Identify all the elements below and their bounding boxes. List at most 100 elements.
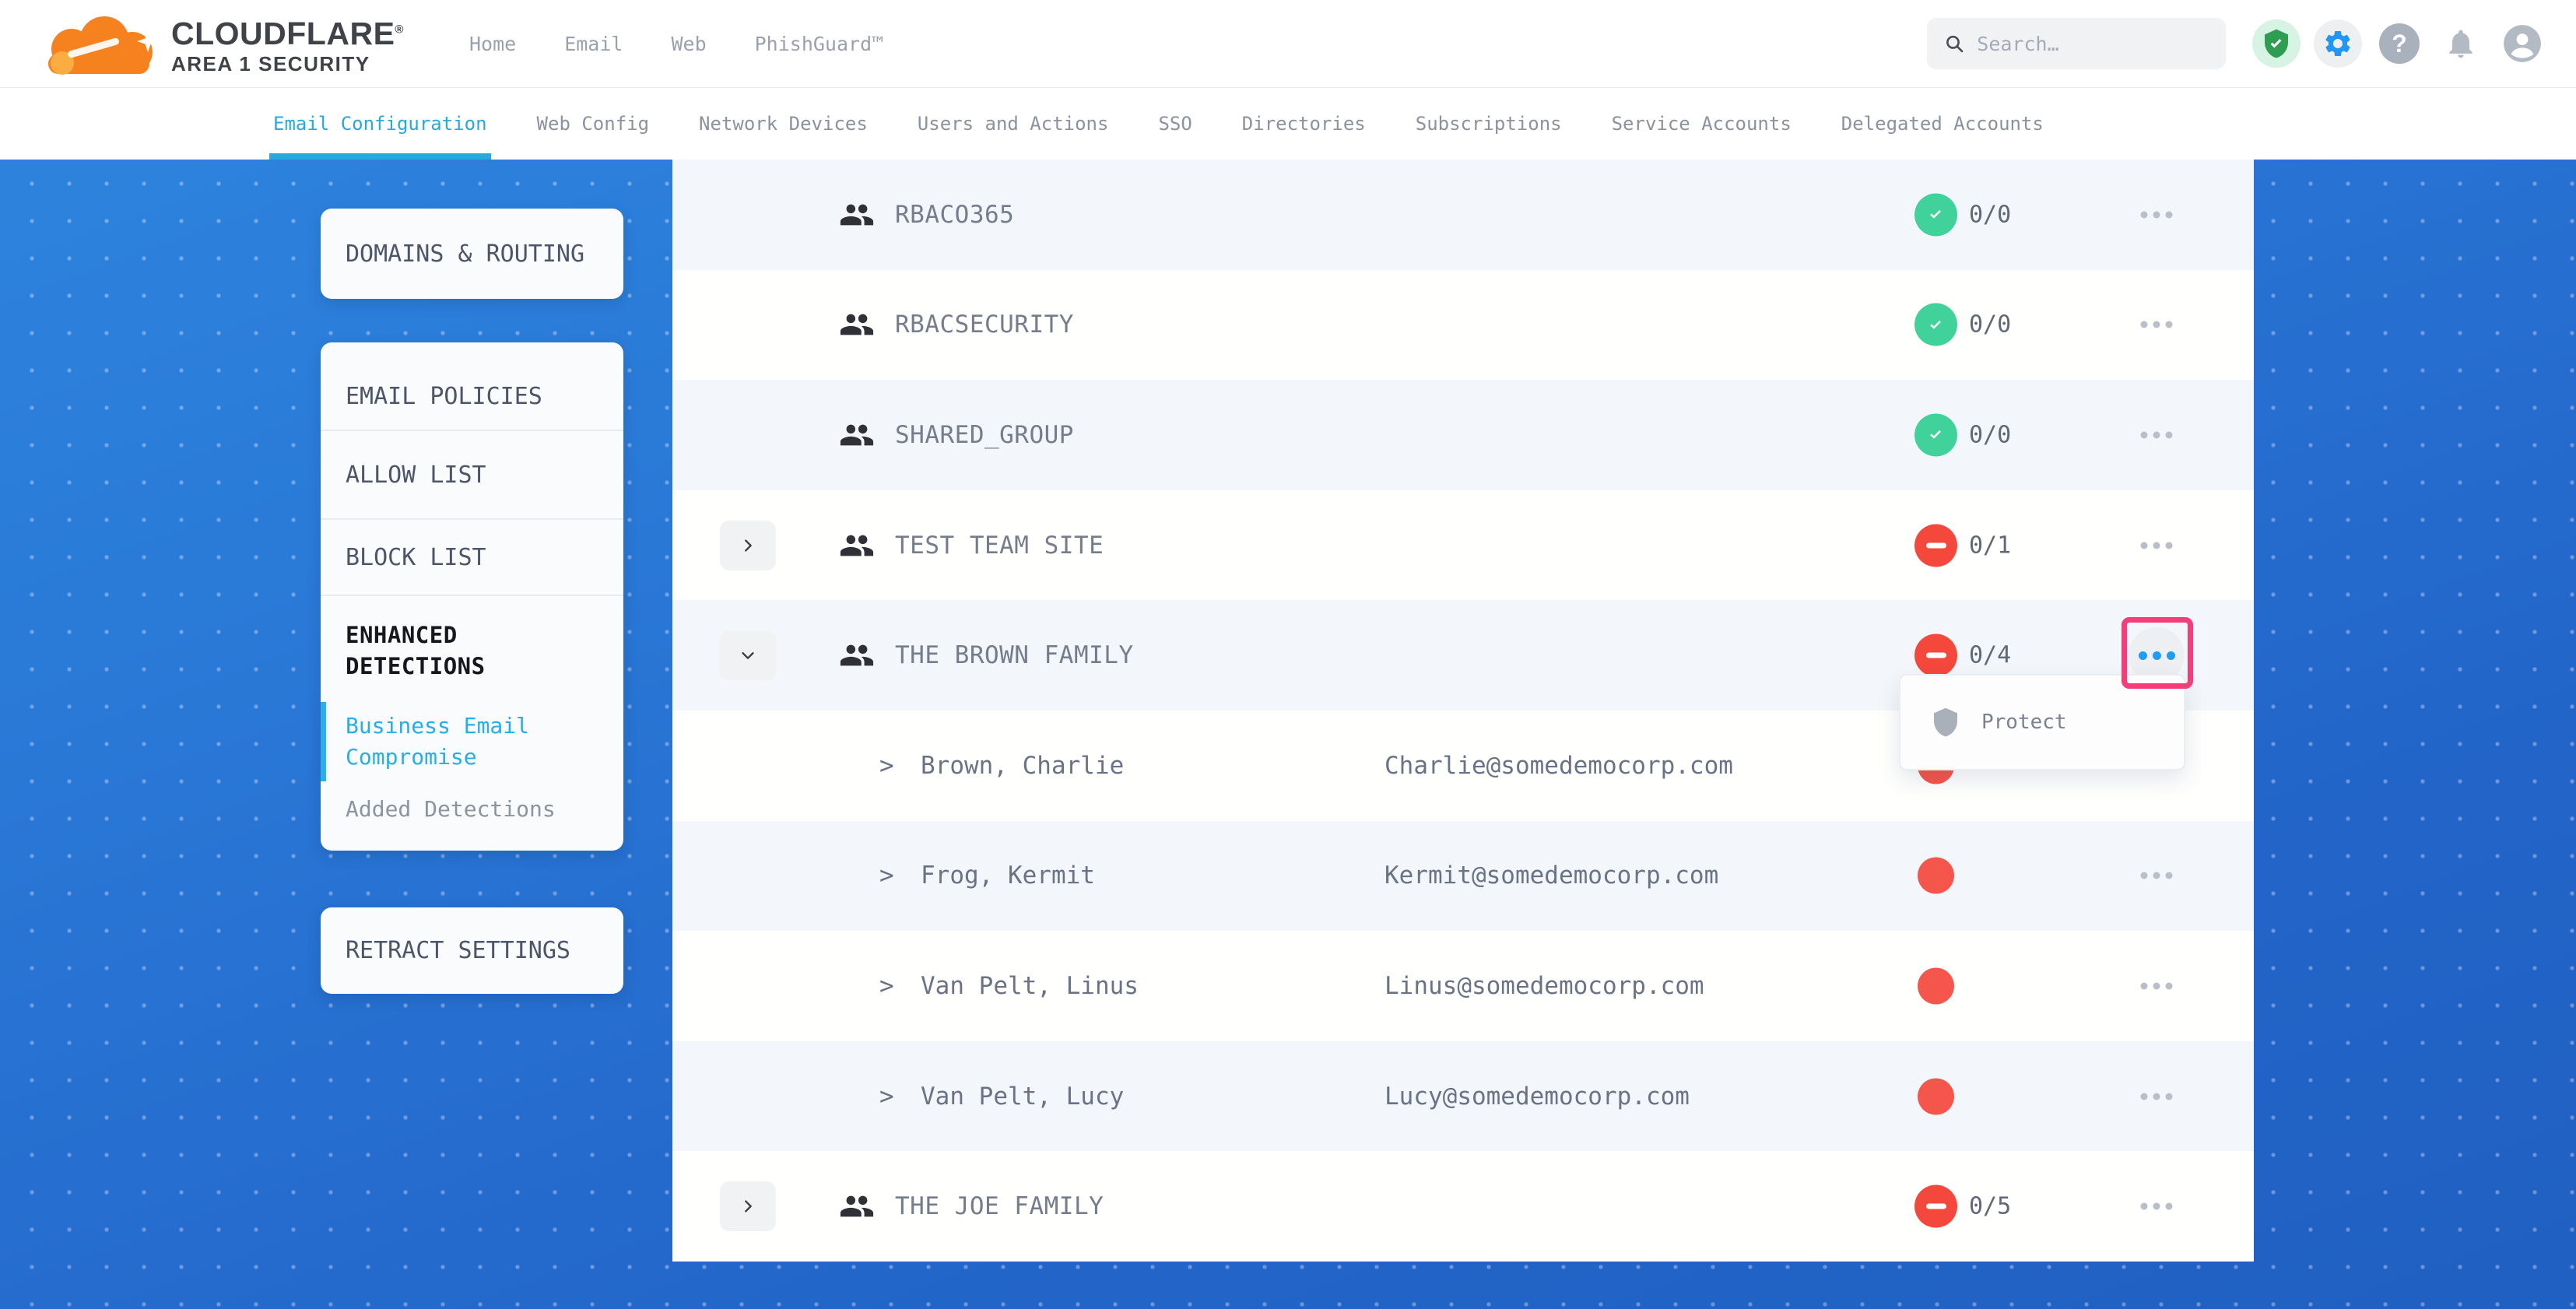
member-caret[interactable]: > (879, 862, 894, 890)
cloudflare-cloud-icon (45, 13, 162, 79)
tab-subscriptions[interactable]: Subscriptions (1416, 88, 1562, 160)
protection-count: 0/4 (1969, 642, 2011, 669)
row-menu-button[interactable] (2141, 321, 2173, 328)
unprotected-dot (1918, 858, 1954, 894)
nav-phishguard[interactable]: PhishGuard™ (755, 33, 884, 55)
avatar-icon (2502, 23, 2543, 64)
member-caret[interactable]: > (879, 1083, 894, 1111)
account-button[interactable] (2498, 19, 2546, 68)
tab-users-and-actions[interactable]: Users and Actions (918, 88, 1109, 160)
group-icon (839, 307, 875, 342)
chevron-down-icon (739, 647, 756, 664)
sidebar-label: ALLOW LIST (346, 461, 486, 489)
gear-icon (2322, 28, 2353, 59)
registered-mark: ® (395, 23, 404, 36)
member-name: Van Pelt, Lucy (921, 1083, 1124, 1111)
row-menu-button[interactable] (2141, 542, 2173, 549)
menu-item-protect[interactable]: Protect (1981, 711, 2067, 734)
protection-count: 0/0 (1969, 201, 2011, 228)
search-box[interactable] (1927, 18, 2226, 69)
sidebar-item-business-email-compromise[interactable]: Business Email Compromise (321, 711, 623, 773)
group-name: RBACSECURITY (895, 311, 1074, 339)
group-name: TEST TEAM SITE (895, 532, 1104, 560)
tab-delegated-accounts[interactable]: Delegated Accounts (1841, 88, 2044, 160)
row-menu-button[interactable] (2141, 211, 2173, 218)
tab-web-config[interactable]: Web Config (537, 88, 650, 160)
group-name: THE JOE FAMILY (895, 1192, 1104, 1220)
sidebar-email-policies-card: EMAIL POLICIES ALLOW LIST BLOCK LIST ENH… (321, 342, 623, 851)
tab-directories[interactable]: Directories (1242, 88, 1366, 160)
expand-row-button[interactable] (720, 1181, 776, 1231)
member-name: Frog, Kermit (921, 862, 1095, 890)
group-icon (839, 417, 875, 453)
row-menu-button[interactable] (2141, 982, 2173, 989)
member-email: Kermit@somedemocorp.com (1385, 862, 1718, 890)
shield-check-icon (2261, 28, 2292, 59)
group-name: RBACO365 (895, 201, 1014, 229)
notifications-button[interactable] (2437, 19, 2485, 68)
expand-row-button[interactable] (720, 521, 776, 570)
bell-icon (2444, 26, 2478, 61)
help-icon: ? (2379, 23, 2420, 64)
member-caret[interactable]: > (879, 972, 894, 1000)
shield-icon (1930, 707, 1961, 738)
member-caret[interactable]: > (879, 752, 894, 780)
group-icon (839, 197, 875, 233)
primary-nav: Home Email Web PhishGuard™ (469, 33, 883, 55)
sidebar-sublabel: Added Detections (346, 796, 556, 822)
sidebar-item-allow-list[interactable]: ALLOW LIST (321, 431, 623, 518)
cloudflare-logo[interactable]: CLOUDFLARE® AREA 1 SECURITY (45, 9, 404, 79)
row-context-menu: Protect (1899, 674, 2185, 770)
tab-service-accounts[interactable]: Service Accounts (1612, 88, 1792, 160)
brand-title: CLOUDFLARE® (171, 16, 404, 51)
nav-web[interactable]: Web (671, 33, 706, 55)
member-name: Van Pelt, Linus (921, 972, 1139, 1000)
active-item-indicator (321, 702, 326, 781)
sidebar-item-retract-settings[interactable]: RETRACT SETTINGS (321, 907, 623, 994)
table-row[interactable]: RBACSECURITY 0/0 (672, 270, 2254, 381)
row-menu-button[interactable] (2141, 1203, 2173, 1210)
sidebar-item-enhanced-detections[interactable]: ENHANCED DETECTIONS (321, 619, 623, 682)
sidebar-label: DOMAINS & ROUTING (346, 240, 584, 268)
tab-sso[interactable]: SSO (1158, 88, 1191, 160)
group-icon (839, 637, 875, 673)
sidebar-item-block-list[interactable]: BLOCK LIST (321, 520, 623, 595)
unprotected-dot (1918, 1078, 1954, 1114)
secondary-nav: Email Configuration Web Config Network D… (0, 88, 2576, 160)
sidebar-item-added-detections[interactable]: Added Detections (321, 794, 623, 825)
sidebar-item-domains-routing[interactable]: DOMAINS & ROUTING (321, 209, 623, 299)
row-menu-button[interactable] (2141, 872, 2173, 879)
settings-button[interactable] (2314, 19, 2362, 68)
table-row[interactable]: SHARED_GROUP 0/0 (672, 380, 2254, 490)
chevron-right-icon (739, 537, 756, 554)
header-icons: ? (2252, 19, 2546, 68)
sidebar-item-email-policies[interactable]: EMAIL POLICIES (321, 363, 623, 430)
blocked-status-icon (1914, 524, 1957, 567)
member-email: Linus@somedemocorp.com (1385, 972, 1704, 1000)
sidebar-label: BLOCK LIST (346, 544, 486, 571)
tab-email-configuration[interactable]: Email Configuration (273, 88, 487, 160)
protection-count: 0/5 (1969, 1193, 2011, 1220)
protection-status-button[interactable] (2252, 19, 2301, 68)
collapse-row-button[interactable] (720, 630, 776, 680)
table-row[interactable]: > Van Pelt, Linus Linus@somedemocorp.com (672, 931, 2254, 1041)
tab-network-devices[interactable]: Network Devices (699, 88, 868, 160)
help-button[interactable]: ? (2375, 19, 2423, 68)
brand-subtitle: AREA 1 SECURITY (171, 51, 404, 77)
search-icon (1944, 32, 1964, 55)
table-row[interactable]: > Frog, Kermit Kermit@somedemocorp.com (672, 821, 2254, 932)
table-row[interactable]: THE JOE FAMILY 0/5 (672, 1151, 2254, 1262)
row-menu-button[interactable] (2141, 1093, 2173, 1100)
search-input[interactable] (1977, 33, 2209, 55)
nav-home[interactable]: Home (469, 33, 516, 55)
groups-table: RBACO365 0/0 RBACSECURITY 0/0 SHARED_GRO… (672, 160, 2254, 1262)
table-row[interactable]: > Van Pelt, Lucy Lucy@somedemocorp.com (672, 1041, 2254, 1152)
table-row[interactable]: RBACO365 0/0 (672, 160, 2254, 270)
table-row[interactable]: TEST TEAM SITE 0/1 (672, 490, 2254, 601)
top-header: CLOUDFLARE® AREA 1 SECURITY Home Email W… (0, 0, 2576, 88)
row-menu-button[interactable] (2141, 431, 2173, 438)
protected-status-icon (1914, 193, 1957, 236)
sidebar-label: EMAIL POLICIES (346, 383, 542, 410)
divider (321, 595, 623, 596)
nav-email[interactable]: Email (564, 33, 623, 55)
